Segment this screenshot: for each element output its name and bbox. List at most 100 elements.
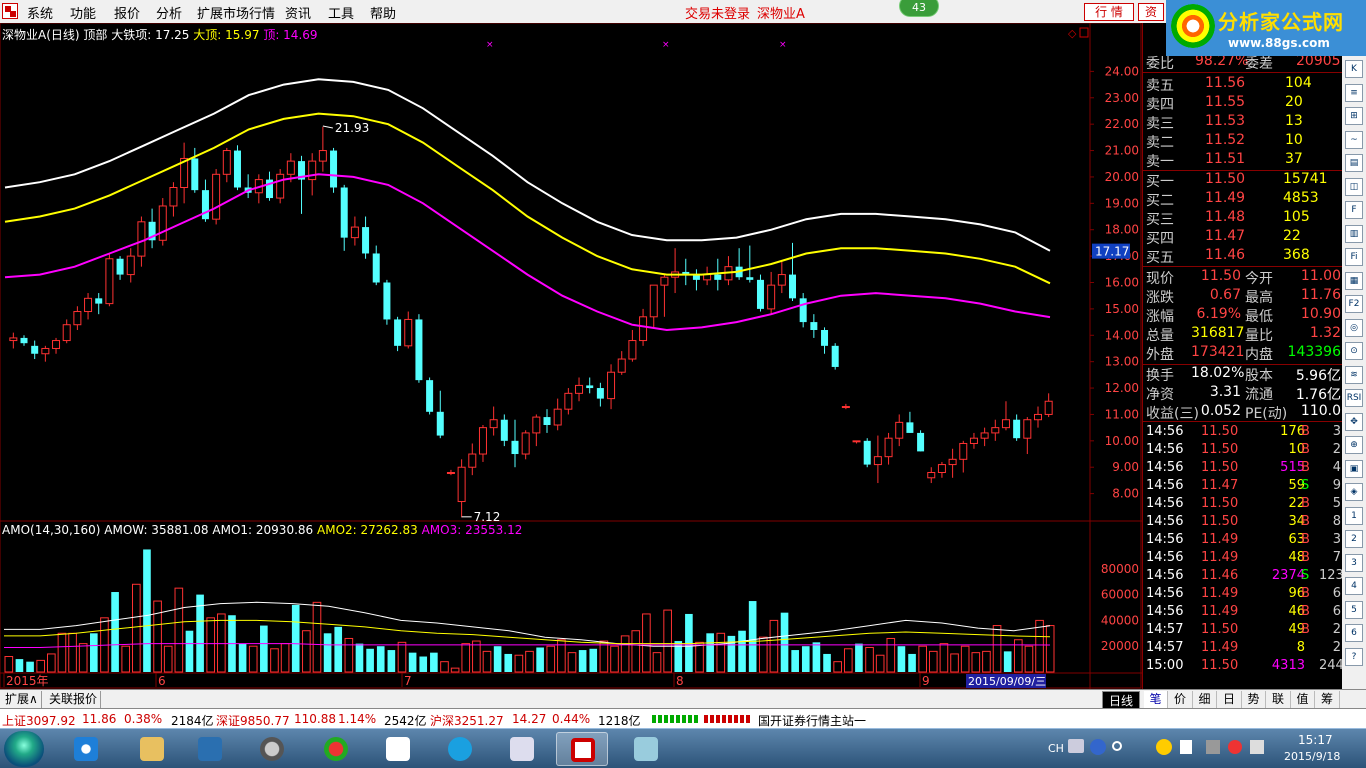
side-tool-icon[interactable]: ▤ bbox=[1345, 154, 1363, 172]
sell-level-row[interactable]: 卖四 11.55 20 bbox=[1143, 94, 1343, 113]
stock-app-taskbar-icon[interactable] bbox=[556, 732, 608, 766]
candle-body[interactable] bbox=[810, 322, 818, 330]
volume-bar[interactable] bbox=[450, 667, 460, 673]
volume-bar[interactable] bbox=[387, 650, 396, 672]
side-tool-icon[interactable]: ⊞ bbox=[1345, 107, 1363, 125]
keyboard-tray-icon[interactable] bbox=[1068, 739, 1084, 753]
volume-bar[interactable] bbox=[26, 661, 34, 672]
volume-bar[interactable] bbox=[280, 643, 290, 673]
candle-body[interactable] bbox=[404, 318, 413, 347]
candle-body[interactable] bbox=[927, 472, 936, 479]
candle-body[interactable] bbox=[340, 187, 348, 238]
candle-body[interactable] bbox=[158, 205, 167, 241]
volume-bar[interactable] bbox=[758, 636, 768, 673]
chart-maximize-icon[interactable] bbox=[1079, 27, 1089, 38]
media-player-taskbar-icon[interactable] bbox=[184, 732, 236, 766]
candle-body[interactable] bbox=[756, 279, 764, 309]
tick-row[interactable]: 14:56 11.50 515 B 4 bbox=[1143, 460, 1343, 478]
tick-row[interactable]: 14:56 11.49 46 B 6 bbox=[1143, 604, 1343, 622]
volume-bar[interactable] bbox=[153, 600, 162, 673]
tick-row[interactable]: 14:56 11.49 96 B 6 bbox=[1143, 586, 1343, 604]
volume-bar[interactable] bbox=[886, 637, 896, 673]
candle-body[interactable] bbox=[9, 337, 18, 342]
side-tool-icon[interactable]: ◎ bbox=[1345, 318, 1363, 337]
side-tool-icon[interactable]: 4 bbox=[1345, 577, 1363, 595]
volume-bar[interactable] bbox=[366, 648, 374, 672]
candle-body[interactable] bbox=[948, 458, 957, 466]
volume-bar[interactable] bbox=[939, 643, 949, 673]
tab-info-button[interactable]: 资 bbox=[1138, 3, 1164, 21]
volume-bar[interactable] bbox=[430, 652, 438, 672]
volume-bar[interactable] bbox=[504, 653, 513, 672]
candle-body[interactable] bbox=[959, 442, 968, 460]
candle-body[interactable] bbox=[543, 417, 551, 425]
volume-bar[interactable] bbox=[4, 656, 14, 673]
server-name[interactable]: 国开证券行情主站一 bbox=[758, 712, 866, 729]
side-tool-icon[interactable]: ▣ bbox=[1345, 459, 1363, 478]
clock-time[interactable]: 15:17 bbox=[1298, 733, 1333, 747]
candle-body[interactable] bbox=[831, 345, 839, 367]
volume-bar[interactable] bbox=[823, 653, 831, 672]
volume-bar[interactable] bbox=[312, 601, 322, 673]
volume-bar[interactable] bbox=[174, 587, 184, 673]
document-taskbar-icon[interactable] bbox=[372, 732, 424, 766]
candle-body[interactable] bbox=[116, 258, 124, 275]
volume-bar[interactable] bbox=[493, 646, 502, 672]
volume-bar[interactable] bbox=[440, 661, 449, 673]
volume-bar[interactable] bbox=[408, 652, 417, 672]
menu-quote[interactable]: 报价 bbox=[114, 3, 140, 22]
volume-bar[interactable] bbox=[15, 659, 24, 672]
volume-bar[interactable] bbox=[132, 583, 141, 673]
volume-bar[interactable] bbox=[855, 643, 863, 672]
volume-bar[interactable] bbox=[812, 642, 821, 672]
buy-level-row[interactable]: 买三 11.48 105 bbox=[1143, 209, 1343, 228]
candle-body[interactable] bbox=[553, 408, 562, 426]
menu-tools[interactable]: 工具 bbox=[328, 3, 354, 22]
candle-body[interactable] bbox=[660, 276, 669, 286]
candle-body[interactable] bbox=[350, 226, 359, 239]
volume-bar[interactable] bbox=[642, 613, 651, 673]
candle-body[interactable] bbox=[330, 150, 338, 188]
candle-body[interactable] bbox=[415, 319, 423, 381]
notes-taskbar-icon[interactable] bbox=[620, 732, 672, 766]
editor-taskbar-icon[interactable] bbox=[496, 732, 548, 766]
tick-row[interactable]: 14:57 11.50 49 B 2 bbox=[1143, 622, 1343, 640]
settings-tray-icon[interactable] bbox=[1112, 741, 1122, 751]
volume-bar[interactable] bbox=[57, 632, 67, 673]
volume-bar[interactable] bbox=[482, 650, 492, 673]
menu-extended-market[interactable]: 扩展市场行情 bbox=[197, 3, 275, 22]
volume-bar[interactable] bbox=[865, 646, 874, 673]
volume-bar[interactable] bbox=[206, 617, 216, 673]
candle-body[interactable] bbox=[714, 274, 722, 280]
volume-bar[interactable] bbox=[291, 604, 300, 672]
candle-body[interactable] bbox=[906, 422, 914, 433]
tick-row[interactable]: 15:00 11.50 4313 244 bbox=[1143, 658, 1344, 676]
side-tool-icon[interactable]: ⊕ bbox=[1345, 436, 1363, 454]
tab-quote-button[interactable]: 行 情 bbox=[1084, 3, 1134, 21]
menu-system[interactable]: 系统 bbox=[27, 3, 53, 22]
candle-body[interactable] bbox=[789, 274, 796, 299]
hs-index[interactable]: 沪深3251.27 bbox=[430, 712, 504, 729]
volume-bar[interactable] bbox=[674, 641, 683, 672]
candle-body[interactable] bbox=[607, 371, 616, 400]
right-tab[interactable]: 筹 bbox=[1316, 691, 1340, 708]
candle-body[interactable] bbox=[1033, 413, 1042, 421]
candle-body[interactable] bbox=[863, 440, 871, 465]
candle-body[interactable] bbox=[201, 190, 209, 220]
tick-row[interactable]: 14:56 11.47 59 S 9 bbox=[1143, 478, 1343, 496]
volume-bar[interactable] bbox=[334, 626, 343, 672]
volume-bar[interactable] bbox=[685, 613, 693, 672]
volume-bar[interactable] bbox=[748, 601, 757, 672]
side-tool-icon[interactable]: F2 bbox=[1345, 295, 1363, 313]
candle-body[interactable] bbox=[233, 150, 241, 188]
candle-body[interactable] bbox=[1013, 419, 1021, 439]
volume-bar[interactable] bbox=[344, 637, 354, 673]
candle-body[interactable] bbox=[884, 437, 893, 458]
volume-bar[interactable] bbox=[185, 630, 194, 672]
right-tab[interactable]: 值 bbox=[1291, 691, 1315, 708]
candle-body[interactable] bbox=[586, 385, 594, 389]
volume-bar[interactable] bbox=[238, 643, 247, 672]
candle-body[interactable] bbox=[478, 427, 487, 455]
menu-function[interactable]: 功能 bbox=[70, 3, 96, 22]
volume-bar[interactable] bbox=[738, 630, 746, 672]
